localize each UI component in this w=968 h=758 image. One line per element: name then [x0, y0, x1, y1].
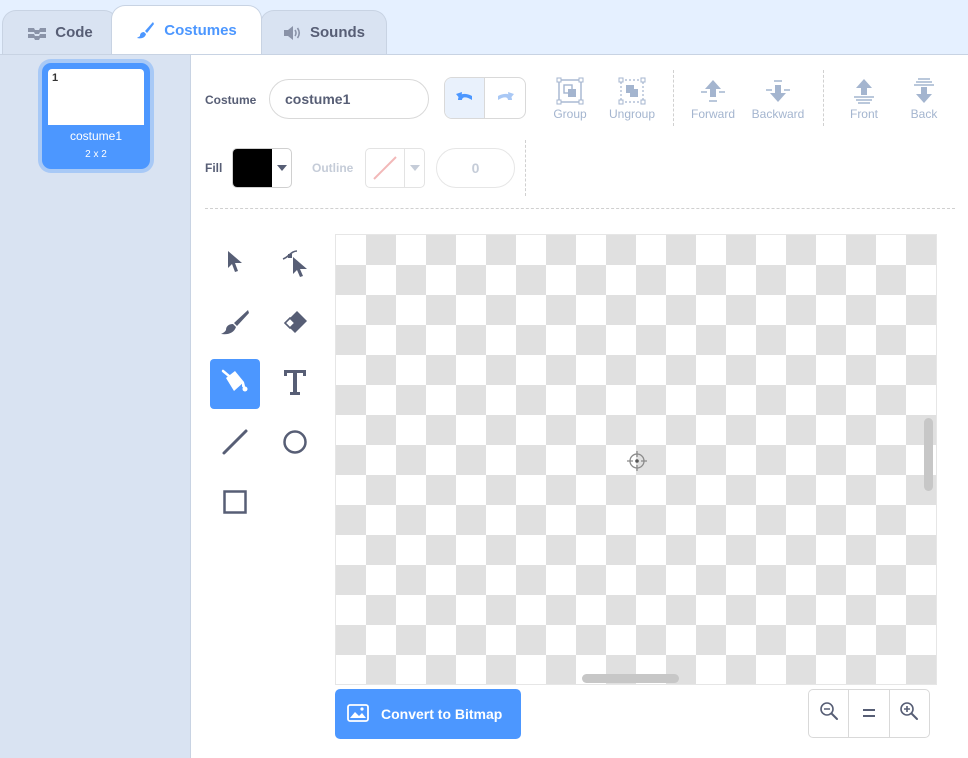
costume-tile[interactable]: 1 costume1 2 x 2: [42, 63, 150, 169]
zoom-out-icon: [819, 701, 839, 726]
editor-tabs: Code Costumes Sounds: [0, 0, 968, 54]
equals-icon: [862, 705, 876, 723]
eraser-tool[interactable]: [270, 299, 320, 349]
rectangle-tool[interactable]: [210, 479, 260, 529]
fill-tool[interactable]: [210, 359, 260, 409]
fill-color-swatch: [233, 149, 272, 187]
front-button[interactable]: Front: [846, 77, 882, 127]
undo-redo-group: [444, 77, 526, 119]
caret-down-icon: [405, 149, 424, 187]
tab-code-label: Code: [55, 24, 93, 41]
group-button[interactable]: Group: [548, 77, 592, 127]
caret-down-icon: [272, 149, 291, 187]
toolbar-divider: [823, 70, 824, 126]
undo-icon: [454, 88, 476, 109]
backward-button[interactable]: Backward: [748, 77, 808, 127]
tab-code[interactable]: Code: [2, 10, 118, 54]
tab-sounds-label: Sounds: [310, 24, 365, 41]
outline-color-picker[interactable]: [365, 148, 425, 188]
zoom-reset-button[interactable]: [849, 690, 890, 737]
reshape-tool[interactable]: [270, 239, 320, 289]
code-icon: [27, 25, 47, 41]
group-label: Group: [553, 107, 587, 121]
speaker-icon: [282, 25, 302, 41]
paint-editor: Costume costume1 Group Ungroup Forward B…: [191, 54, 968, 758]
costume-number: 1: [52, 72, 59, 84]
backward-icon: [764, 77, 792, 105]
front-label: Front: [849, 107, 878, 121]
fill-color-picker[interactable]: [232, 148, 292, 188]
tab-sounds[interactable]: Sounds: [260, 10, 387, 54]
back-icon: [910, 77, 938, 105]
ungroup-button[interactable]: Ungroup: [605, 77, 659, 127]
arrow-cursor-icon: [224, 249, 246, 280]
zoom-in-button[interactable]: [890, 690, 929, 737]
circle-icon: [282, 429, 308, 460]
circle-tool[interactable]: [270, 419, 320, 469]
back-label: Back: [910, 107, 938, 121]
convert-to-bitmap-label: Convert to Bitmap: [381, 706, 503, 722]
brush-icon: [220, 308, 250, 341]
costume-name-label: Costume: [205, 93, 257, 107]
toolbar-divider: [673, 70, 674, 126]
zoom-controls: [808, 689, 930, 738]
convert-to-bitmap-button[interactable]: Convert to Bitmap: [335, 689, 521, 739]
zoom-in-icon: [899, 701, 919, 726]
drawing-canvas[interactable]: [335, 234, 937, 685]
outline-width-input[interactable]: 0: [436, 148, 515, 188]
brush-tool[interactable]: [210, 299, 260, 349]
fill-label: Fill: [205, 161, 223, 175]
image-icon: [347, 703, 369, 725]
line-icon: [221, 428, 249, 461]
forward-icon: [699, 77, 727, 105]
text-icon: [282, 368, 308, 401]
front-icon: [850, 77, 878, 105]
costume-thumbnail: 1: [48, 69, 144, 125]
forward-button[interactable]: Forward: [689, 77, 737, 127]
text-tool[interactable]: [270, 359, 320, 409]
toolbar-separator: [205, 208, 955, 209]
costume-size: 2 x 2: [85, 149, 107, 160]
brush-icon: [136, 20, 156, 40]
ungroup-icon: [618, 77, 646, 105]
tab-costumes[interactable]: Costumes: [111, 5, 262, 54]
select-tool[interactable]: [210, 239, 260, 289]
outline-label: Outline: [312, 161, 354, 175]
eraser-icon: [281, 309, 309, 340]
crosshair-icon: [626, 450, 648, 477]
zoom-out-button[interactable]: [809, 690, 850, 737]
no-outline-icon: [366, 149, 405, 187]
horizontal-scrollbar[interactable]: [582, 674, 679, 683]
back-button[interactable]: Back: [907, 77, 941, 127]
forward-label: Forward: [690, 107, 735, 121]
costume-name-input[interactable]: [269, 79, 429, 119]
ungroup-label: Ungroup: [608, 107, 656, 121]
backward-label: Backward: [751, 107, 805, 121]
costume-list: 1 costume1 2 x 2: [0, 54, 191, 758]
line-tool[interactable]: [210, 419, 260, 469]
rectangle-icon: [222, 489, 248, 520]
redo-button[interactable]: [485, 78, 525, 118]
reshape-icon: [281, 247, 309, 282]
toolbar-divider: [525, 140, 526, 196]
redo-icon: [494, 88, 516, 109]
group-icon: [556, 77, 584, 105]
undo-button[interactable]: [445, 78, 486, 118]
costume-name: costume1: [69, 129, 123, 143]
tab-costumes-label: Costumes: [164, 21, 237, 39]
paint-bucket-icon: [220, 368, 250, 401]
vertical-scrollbar[interactable]: [924, 418, 933, 491]
